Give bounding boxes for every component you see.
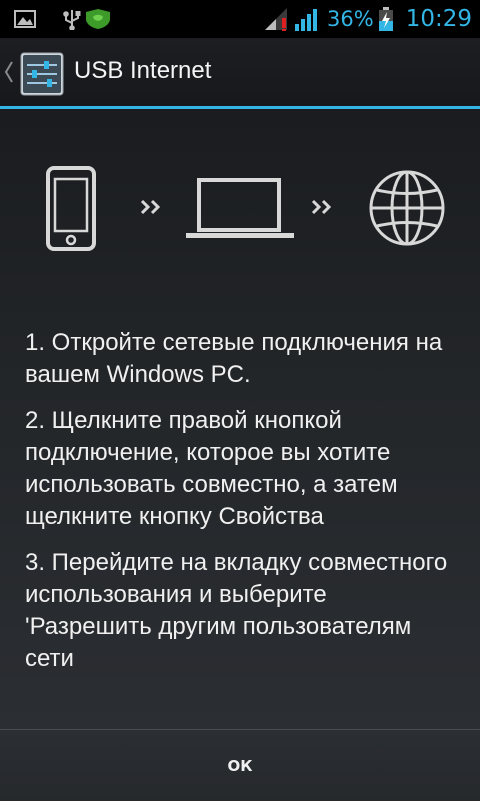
globe-icon [369,170,445,246]
connection-diagram [46,166,445,251]
clock: 10:29 [405,6,472,32]
status-right-group: 36% 10:29 [263,4,472,34]
content-area[interactable]: 1. Откройте сетевые подключения на вашем… [0,109,480,729]
image-icon [14,10,36,28]
double-chevron-icon [140,199,161,215]
shield-icon [86,9,110,29]
notification-icons [14,9,110,30]
instructions-list: 1. Откройте сетевые подключения на вашем… [25,327,455,689]
usb-icon [63,10,81,30]
action-bar: USB Internet [0,38,480,106]
battery-percent: 36% [327,7,374,31]
back-caret-icon[interactable] [4,60,14,84]
instruction-step: 2. Щелкните правой кнопкой подключение, … [25,407,398,530]
ok-button[interactable]: ОК [0,730,480,801]
battery-charging-icon [378,7,393,31]
dialog-button-bar: ОК [0,729,480,801]
signal-icon [265,8,288,31]
laptop-icon [186,178,294,238]
settings-sliders-icon[interactable] [20,52,64,96]
page-title: USB Internet [74,57,212,84]
phone-icon [46,166,96,251]
instruction-step: 3. Перейдите на вкладку совместного испо… [25,549,448,672]
instruction-step: 1. Откройте сетевые подключения на вашем… [25,329,443,388]
data-signal-icon [295,9,318,31]
status-bar: 36% 10:29 [0,0,480,38]
double-chevron-icon [311,199,332,215]
